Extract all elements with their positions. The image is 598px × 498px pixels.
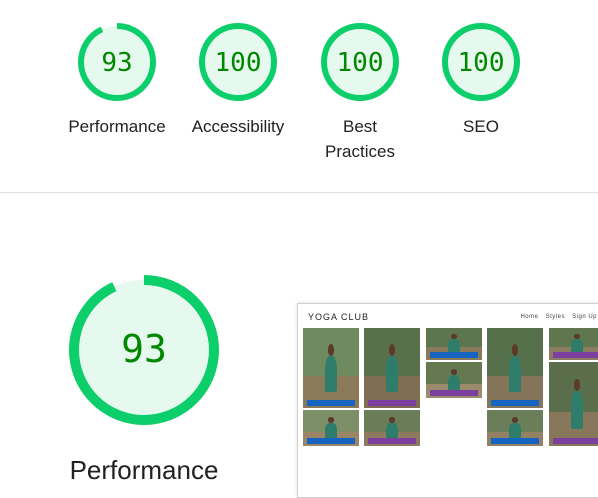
gauge-score: 100 (215, 48, 262, 78)
gauge-performance[interactable]: 93 Performance (65, 22, 169, 139)
gallery-photo (549, 362, 598, 446)
gallery-photo (487, 328, 543, 408)
gallery-photo (487, 410, 543, 446)
gauge-ring: 100 (442, 23, 520, 101)
gauge-score: 100 (337, 48, 384, 78)
category-summary: 93 Performance 100 Accessibility 100 Bes… (0, 0, 598, 193)
gauge-label: Best Practices (325, 117, 395, 161)
gauge-ring: 100 (199, 23, 277, 101)
section-divider (0, 192, 598, 193)
site-nav-signup: Sign Up (572, 314, 597, 320)
gauge-ring: 93 (78, 23, 156, 101)
final-screenshot-preview[interactable]: YOGA CLUB Home Styles Sign Up (297, 303, 598, 498)
performance-gauge-large: 93 (66, 272, 222, 433)
gallery-photo (364, 410, 420, 446)
gauge-score: 100 (458, 48, 505, 78)
gallery-photo (364, 328, 420, 408)
gauge-accessibility[interactable]: 100 Accessibility (186, 22, 290, 139)
gauge-best-practices[interactable]: 100 Best Practices (308, 22, 412, 164)
gauge-ring: 93 (69, 275, 219, 425)
site-nav-styles: Styles (545, 314, 565, 320)
gallery-photo (426, 362, 482, 398)
gallery-photo (549, 328, 598, 360)
gallery-photo (426, 328, 482, 360)
performance-title: Performance (69, 455, 219, 485)
gauge-score: 93 (101, 48, 132, 78)
gauge-seo[interactable]: 100 SEO (429, 22, 533, 139)
gauge-ring: 100 (321, 23, 399, 101)
gauge-label: SEO (463, 117, 499, 136)
site-nav-home: Home (520, 314, 539, 320)
gauge-label: Performance (68, 117, 166, 136)
gallery-photo (303, 410, 359, 446)
gauge-label: Accessibility (191, 117, 285, 136)
site-nav: Home Styles Sign Up (515, 314, 597, 320)
performance-score: 93 (121, 327, 167, 371)
gallery-photo (303, 328, 359, 408)
site-brand: YOGA CLUB (308, 312, 370, 322)
